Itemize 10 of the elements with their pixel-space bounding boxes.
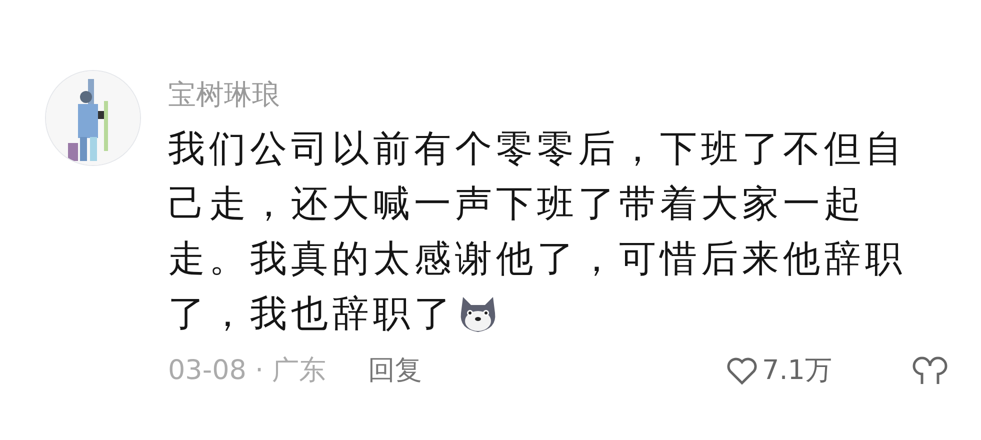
reply-link[interactable]: 回复: [368, 351, 422, 392]
like-count: 7.1万: [762, 354, 832, 388]
comment-text-line: 我们公司以前有个零零后，下班了不但自: [168, 126, 906, 172]
comment-text-line: 己走，还大喊一声下班了带着大家一起: [168, 181, 865, 227]
heart-icon[interactable]: [726, 356, 758, 386]
username[interactable]: 宝树琳琅: [168, 77, 948, 113]
comment-text-line: 了，我也辞职了: [168, 291, 455, 337]
date-location: 03-08 · 广东: [168, 354, 326, 388]
comment-icon[interactable]: [912, 356, 948, 386]
comment-text-line: 走。我真的太感谢他了，可惜后来他辞职: [168, 236, 906, 282]
